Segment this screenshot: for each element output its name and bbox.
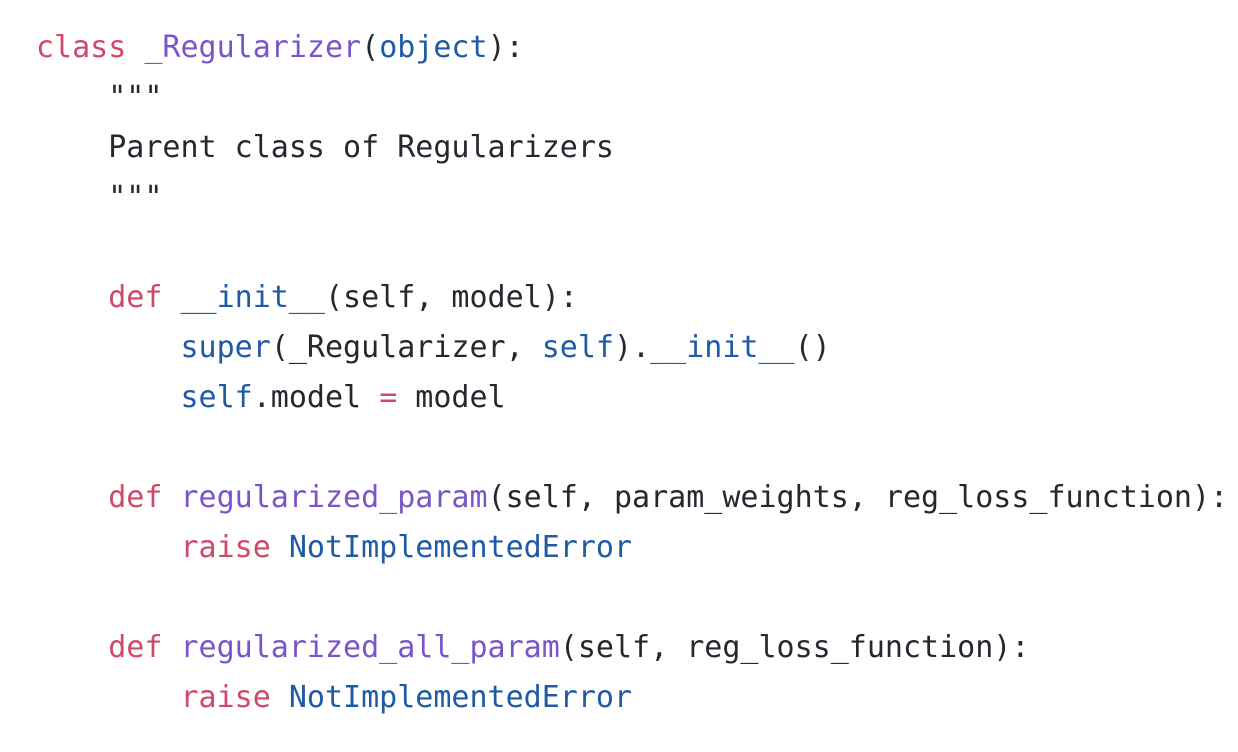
- code-token-text: ).: [614, 330, 651, 365]
- code-line: raise NotImplementedError: [36, 673, 1232, 723]
- code-token-text: ):: [487, 30, 524, 65]
- code-token-text: model: [397, 380, 506, 415]
- code-token-text: (_Regularizer,: [270, 330, 542, 365]
- code-token-string: Parent class of Regularizers: [36, 130, 614, 165]
- code-token-keyword: raise: [180, 680, 271, 715]
- code-token-text: (self, reg_loss_function):: [559, 630, 1030, 665]
- code-line: def regularized_param(self, param_weight…: [36, 473, 1232, 523]
- code-token-builtin: NotImplementedError: [288, 680, 633, 715]
- code-token-builtin: self: [180, 380, 253, 415]
- code-line: Parent class of Regularizers: [36, 123, 1232, 173]
- code-line: """: [36, 173, 1232, 223]
- code-line: """: [36, 73, 1232, 123]
- code-token-string: """: [36, 80, 163, 115]
- code-token-builtin: object: [379, 30, 488, 65]
- code-token-builtin: __init__: [180, 280, 326, 315]
- code-token-text: (): [794, 330, 831, 365]
- code-line: self.model = model: [36, 373, 1232, 423]
- code-block: class _Regularizer(object): """ Parent c…: [36, 23, 1232, 723]
- code-token-string: """: [36, 180, 163, 215]
- code-token-keyword: class: [36, 30, 127, 65]
- code-line: def __init__(self, model):: [36, 273, 1232, 323]
- code-token-keyword: def: [108, 480, 163, 515]
- code-token-text: (self, model):: [325, 280, 578, 315]
- code-token-class: regularized_param: [180, 480, 488, 515]
- code-token-builtin: super: [180, 330, 271, 365]
- code-token-text: .model: [252, 380, 380, 415]
- code-token-keyword: raise: [180, 530, 271, 565]
- code-token-keyword: def: [108, 280, 163, 315]
- code-token-class: _Regularizer: [144, 30, 362, 65]
- code-token-keyword: def: [108, 630, 163, 665]
- code-line: class _Regularizer(object):: [36, 23, 1232, 73]
- code-token-builtin: self: [541, 330, 614, 365]
- code-line: super(_Regularizer, self).__init__(): [36, 323, 1232, 373]
- code-token-class: regularized_all_param: [180, 630, 560, 665]
- code-token-text: (self, param_weights, reg_loss_function)…: [487, 480, 1229, 515]
- code-line: raise NotImplementedError: [36, 523, 1232, 573]
- code-token-builtin: NotImplementedError: [288, 530, 633, 565]
- code-token-builtin: __init__: [650, 330, 795, 365]
- code-token-keyword: =: [379, 380, 398, 415]
- code-token-text: (: [361, 30, 380, 65]
- code-line: def regularized_all_param(self, reg_loss…: [36, 623, 1232, 673]
